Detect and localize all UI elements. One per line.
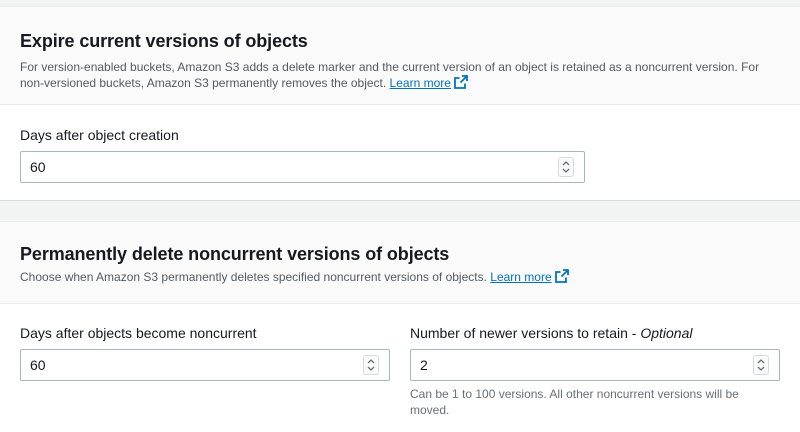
external-link-icon	[454, 75, 468, 89]
delete-noncurrent-versions-header: Permanently delete noncurrent versions o…	[0, 222, 800, 304]
number-spinner-icon[interactable]	[558, 157, 574, 177]
expire-learn-more-label: Learn more	[389, 76, 451, 90]
expire-current-versions-title: Expire current versions of objects	[20, 31, 308, 51]
noncurrent-learn-more-label: Learn more	[490, 270, 552, 284]
days-after-creation-field: Days after object creation	[20, 125, 585, 183]
number-spinner-icon[interactable]	[363, 355, 379, 375]
expire-current-versions-header: Expire current versions of objects For v…	[0, 7, 800, 105]
expire-learn-more-link[interactable]: Learn more	[389, 75, 468, 90]
days-after-noncurrent-input-box	[20, 349, 390, 381]
newer-versions-input[interactable]	[411, 350, 743, 380]
expire-current-versions-body: Days after object creation	[0, 105, 800, 200]
days-after-creation-label: Days after object creation	[20, 127, 179, 143]
noncurrent-learn-more-link[interactable]: Learn more	[490, 269, 569, 284]
delete-noncurrent-versions-title: Permanently delete noncurrent versions o…	[20, 244, 450, 264]
days-after-creation-input-box	[20, 151, 585, 183]
optional-tag: Optional	[640, 325, 693, 341]
delete-noncurrent-versions-body: Days after objects become noncurrent Num…	[0, 304, 800, 432]
noncurrent-description-text: Choose when Amazon S3 permanently delete…	[20, 270, 487, 284]
days-after-noncurrent-field: Days after objects become noncurrent	[20, 323, 390, 381]
number-spinner-icon[interactable]	[753, 355, 769, 375]
newer-versions-field: Number of newer versions to retain - Opt…	[410, 323, 780, 418]
delete-noncurrent-versions-description: Choose when Amazon S3 permanently delete…	[20, 269, 780, 285]
newer-versions-label: Number of newer versions to retain - Opt…	[410, 323, 780, 343]
days-after-noncurrent-label: Days after objects become noncurrent	[20, 325, 257, 341]
newer-versions-input-box	[410, 349, 780, 381]
delete-noncurrent-versions-panel: Permanently delete noncurrent versions o…	[0, 221, 800, 432]
expire-current-versions-description: For version-enabled buckets, Amazon S3 a…	[20, 59, 780, 91]
newer-versions-hint: Can be 1 to 100 versions. All other nonc…	[410, 387, 739, 417]
days-after-noncurrent-input[interactable]	[21, 350, 353, 380]
external-link-icon	[554, 269, 569, 283]
expire-current-versions-panel: Expire current versions of objects For v…	[0, 6, 800, 200]
days-after-creation-input[interactable]	[21, 152, 548, 182]
section-gap	[0, 200, 800, 221]
newer-versions-label-text: Number of newer versions to retain -	[410, 325, 641, 341]
